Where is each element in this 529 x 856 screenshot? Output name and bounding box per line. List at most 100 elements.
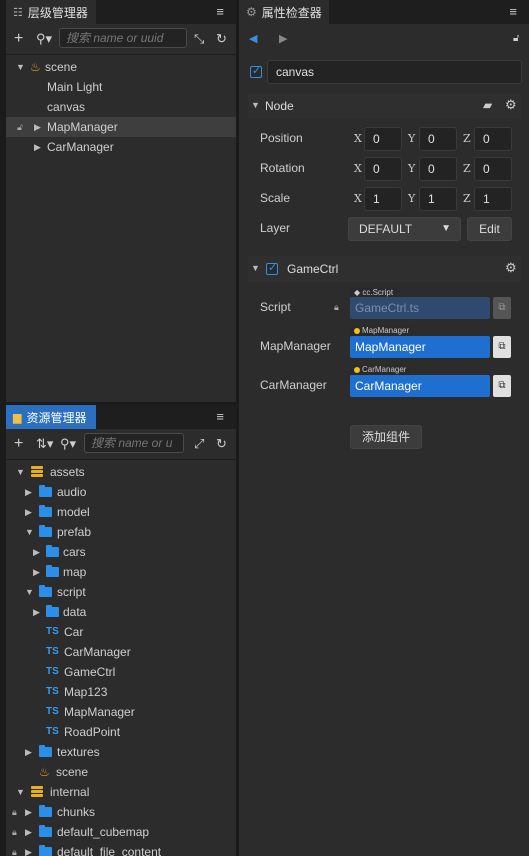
gamectrl-section-header[interactable]: ▼ GameCtrl ⚙: [248, 256, 521, 282]
locate-asset-icon[interactable]: ⧉: [493, 375, 511, 397]
refresh-icon[interactable]: ↻: [216, 436, 227, 452]
type-tag-text: MapManager: [362, 326, 410, 335]
tree-row-script[interactable]: ▼ script: [6, 582, 236, 602]
tab-inspector[interactable]: ⚙ 属性检查器: [239, 0, 329, 24]
refresh-icon[interactable]: ↻: [216, 31, 227, 47]
tab-assets[interactable]: ▆ 资源管理器: [6, 405, 96, 429]
tree-row-main-light[interactable]: Main Light: [6, 77, 236, 97]
tree-row-prefab[interactable]: ▼ prefab: [6, 522, 236, 542]
tab-hierarchy[interactable]: ☷ 层级管理器: [6, 0, 96, 24]
carmanager-field[interactable]: CarManager: [350, 375, 490, 397]
unlock-icon[interactable]: 🔓︎: [513, 31, 519, 47]
expand-arrow-icon[interactable]: ▼: [16, 782, 25, 802]
expand-arrow-icon[interactable]: ▶: [25, 742, 32, 762]
gear-icon[interactable]: ⚙: [505, 260, 517, 276]
tree-row-map123[interactable]: TS Map123: [6, 682, 236, 702]
tree-label: internal: [50, 785, 90, 799]
expand-arrow-icon[interactable]: ▼: [25, 522, 34, 542]
expand-arrow-icon[interactable]: ▶: [33, 542, 40, 562]
expand-all-icon[interactable]: ⤢: [194, 436, 204, 452]
tree-row-map[interactable]: ▶ map: [6, 562, 236, 582]
node-section-header[interactable]: ▼ Node ▰ ⚙: [248, 93, 521, 119]
tree-row-carmanager[interactable]: TS CarManager: [6, 642, 236, 662]
tree-row-car[interactable]: TS Car: [6, 622, 236, 642]
expand-arrow-icon[interactable]: ▶: [34, 137, 41, 157]
tree-row-chunks[interactable]: 🔒︎ ▶ chunks: [6, 802, 236, 822]
add-icon[interactable]: +: [14, 31, 23, 47]
position-x-input[interactable]: 0: [364, 127, 402, 151]
hierarchy-panel: ☷ 层级管理器 ≡ + ⚲▾ 搜索 name or uuid ⤡ ↻ ▼ ♨ s…: [6, 0, 236, 402]
menu-icon[interactable]: ≡: [509, 4, 517, 19]
tree-row-mapmanager[interactable]: 🔓︎ ▶ MapManager: [6, 117, 236, 137]
rotation-z-input[interactable]: 0: [474, 157, 512, 181]
add-component-button[interactable]: 添加组件: [350, 425, 422, 449]
tree-row-gamectrl[interactable]: TS GameCtrl: [6, 662, 236, 682]
collapse-arrow-icon[interactable]: ▼: [251, 100, 260, 110]
expand-arrow-icon[interactable]: ▼: [16, 462, 25, 482]
gear-icon[interactable]: ⚙: [505, 97, 517, 113]
assets-toolbar: + ⇅▾ ⚲▾ 搜索 name or u ⤢ ↻: [6, 429, 236, 460]
locate-asset-icon[interactable]: ⧉: [493, 336, 511, 358]
rotation-x-input[interactable]: 0: [364, 157, 402, 181]
tree-row-internal[interactable]: ▼ internal: [6, 782, 236, 802]
tree-row-carmanager[interactable]: ▶ CarManager: [6, 137, 236, 157]
node-name-input[interactable]: canvas: [267, 60, 522, 84]
database-icon: [31, 466, 43, 478]
locate-asset-icon[interactable]: ⧉: [493, 297, 511, 319]
tree-row-canvas[interactable]: canvas: [6, 97, 236, 117]
expand-arrow-icon[interactable]: ▶: [25, 822, 32, 842]
scale-x-input[interactable]: 1: [364, 187, 402, 211]
expand-arrow-icon[interactable]: ▼: [16, 57, 25, 77]
collapse-icon[interactable]: ⤡: [194, 31, 204, 47]
tree-row-data[interactable]: ▶ data: [6, 602, 236, 622]
type-tag-text: CarManager: [362, 365, 407, 374]
sort-icon[interactable]: ⇅▾: [36, 436, 53, 452]
expand-arrow-icon[interactable]: ▼: [25, 582, 34, 602]
component-enabled-checkbox[interactable]: [266, 261, 278, 275]
tree-row-textures[interactable]: ▶ textures: [6, 742, 236, 762]
lock-icon[interactable]: 🔓︎: [17, 117, 23, 137]
collapse-arrow-icon[interactable]: ▼: [251, 263, 260, 273]
tree-row-default-file-content[interactable]: 🔒︎ ▶ default_file_content: [6, 842, 236, 856]
tree-row-assets[interactable]: ▼ assets: [6, 462, 236, 482]
folder-icon: ▆: [13, 411, 22, 424]
expand-arrow-icon[interactable]: ▶: [25, 482, 32, 502]
tree-row-audio[interactable]: ▶ audio: [6, 482, 236, 502]
rotation-y-input[interactable]: 0: [419, 157, 457, 181]
layer-select[interactable]: DEFAULT ▼: [348, 217, 461, 241]
search-icon[interactable]: ⚲▾: [36, 31, 52, 47]
expand-arrow-icon[interactable]: ▶: [33, 602, 40, 622]
expand-arrow-icon[interactable]: ▶: [25, 502, 32, 522]
hierarchy-search-input[interactable]: 搜索 name or uuid: [59, 28, 187, 48]
tree-row-roadpoint[interactable]: TS RoadPoint: [6, 722, 236, 742]
menu-icon[interactable]: ≡: [216, 4, 224, 19]
scale-z-input[interactable]: 1: [474, 187, 512, 211]
tree-row-model[interactable]: ▶ model: [6, 502, 236, 522]
folder-icon: [39, 745, 52, 757]
assets-search-input[interactable]: 搜索 name or u: [84, 433, 184, 453]
expand-arrow-icon[interactable]: ▶: [33, 562, 40, 582]
expand-arrow-icon[interactable]: ▶: [34, 117, 41, 137]
folder-icon: [46, 545, 59, 557]
back-arrow-icon[interactable]: ◀: [249, 31, 257, 47]
layer-edit-button[interactable]: Edit: [467, 217, 512, 241]
tree-row-default-cubemap[interactable]: 🔒︎ ▶ default_cubemap: [6, 822, 236, 842]
scale-y-input[interactable]: 1: [419, 187, 457, 211]
node-active-checkbox[interactable]: [250, 64, 262, 78]
tree-label: textures: [57, 745, 100, 759]
tree-row-cars[interactable]: ▶ cars: [6, 542, 236, 562]
book-icon[interactable]: ▰: [483, 98, 492, 112]
position-y-input[interactable]: 0: [419, 127, 457, 151]
mapmanager-field[interactable]: MapManager: [350, 336, 490, 358]
tree-row-scene[interactable]: ▼ ♨ scene: [6, 57, 236, 77]
expand-arrow-icon[interactable]: ▶: [25, 842, 32, 856]
tree-row-mapmanager[interactable]: TS MapManager: [6, 702, 236, 722]
search-icon[interactable]: ⚲▾: [60, 436, 76, 452]
menu-icon[interactable]: ≡: [216, 409, 224, 424]
expand-arrow-icon[interactable]: ▶: [25, 802, 32, 822]
folder-icon: [39, 845, 52, 856]
add-icon[interactable]: +: [14, 436, 23, 452]
tree-row-scene[interactable]: ♨ scene: [6, 762, 236, 782]
forward-arrow-icon[interactable]: ▶: [279, 31, 287, 47]
position-z-input[interactable]: 0: [474, 127, 512, 151]
